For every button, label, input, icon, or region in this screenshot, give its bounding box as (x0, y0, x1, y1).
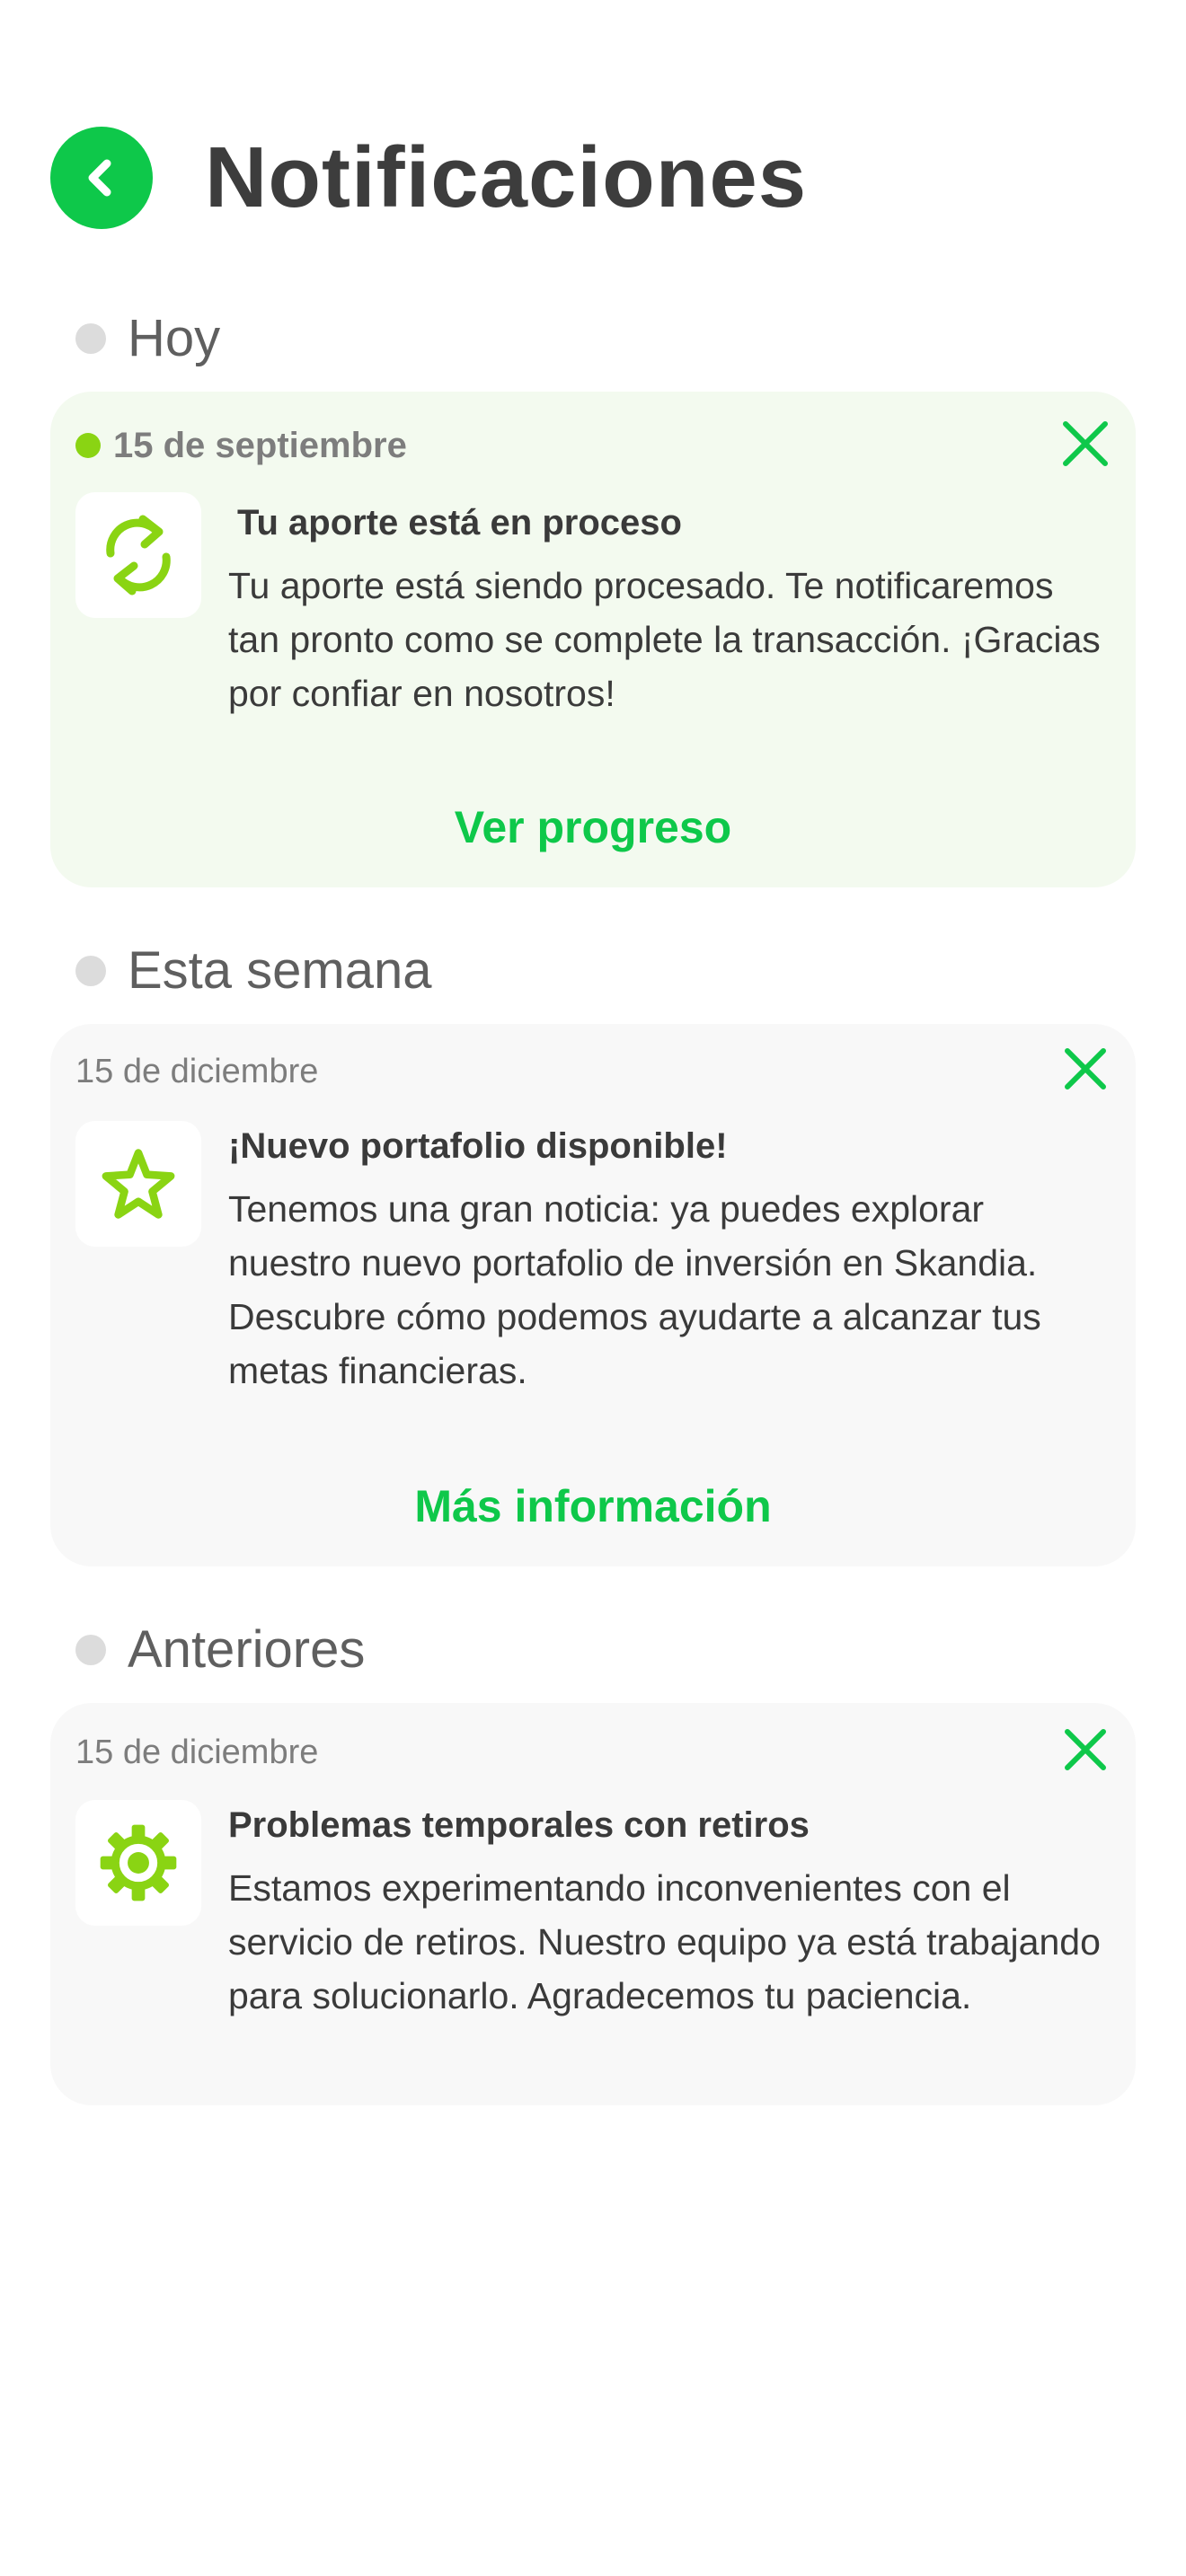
unread-indicator (75, 433, 101, 458)
section-dot (75, 323, 106, 354)
notification-date-text: 15 de septiembre (113, 426, 407, 465)
notification-icon-box (75, 492, 201, 618)
notification-body: Estamos experimentando inconvenientes co… (228, 1867, 1101, 2016)
notification-date: 15 de septiembre (75, 428, 407, 463)
notification-date-text: 15 de diciembre (75, 1734, 319, 1771)
dismiss-button[interactable] (1057, 1721, 1114, 1778)
back-button[interactable] (50, 127, 153, 229)
dismiss-button[interactable] (1057, 415, 1114, 472)
section-dot (75, 956, 106, 986)
gear-icon (100, 1824, 177, 1901)
notification-title: ¡Nuevo portafolio disponible! (228, 1126, 728, 1166)
dismiss-button[interactable] (1057, 1040, 1114, 1098)
close-icon (1065, 1729, 1106, 1770)
notification-date-text: 15 de diciembre (75, 1053, 319, 1090)
section-label: Esta semana (128, 941, 432, 1000)
close-icon (1065, 1048, 1106, 1090)
notification-date: 15 de diciembre (75, 1054, 318, 1089)
notification-body: Tenemos una gran noticia: ya puedes expl… (228, 1188, 1041, 1391)
notification-title: Problemas temporales con retiros (228, 1805, 810, 1845)
notification-icon-box (75, 1800, 201, 1926)
section-header-this-week: Esta semana (75, 940, 432, 1002)
section-label: Hoy (128, 309, 221, 367)
notification-date: 15 de diciembre (75, 1735, 318, 1769)
section-header-previous: Anteriores (75, 1619, 365, 1681)
notification-body: Tu aporte está siendo procesado. Te noti… (228, 565, 1101, 714)
view-progress-link[interactable]: Ver progreso (50, 805, 1136, 850)
notification-title: Tu aporte está en proceso (237, 503, 682, 543)
star-icon (102, 1149, 175, 1219)
notifications-screen: Notificaciones Hoy 15 de septiembre Tu a… (0, 0, 1186, 2576)
section-label: Anteriores (128, 1620, 366, 1679)
refresh-icon (106, 515, 171, 595)
notification-card[interactable]: 15 de diciembre Problemas temporales con… (50, 1703, 1136, 2105)
notification-icon-box (75, 1121, 201, 1247)
close-icon (1063, 421, 1108, 466)
chevron-left-icon (88, 159, 111, 197)
page-title: Notificaciones (205, 129, 808, 225)
page-header: Notificaciones (50, 126, 807, 230)
notification-card[interactable]: 15 de diciembre ¡Nuevo portafolio dispon… (50, 1024, 1136, 1566)
notification-card[interactable]: 15 de septiembre Tu aporte está en proce… (50, 392, 1136, 887)
more-info-link[interactable]: Más información (50, 1484, 1136, 1529)
section-header-today: Hoy (75, 307, 220, 370)
section-dot (75, 1635, 106, 1665)
